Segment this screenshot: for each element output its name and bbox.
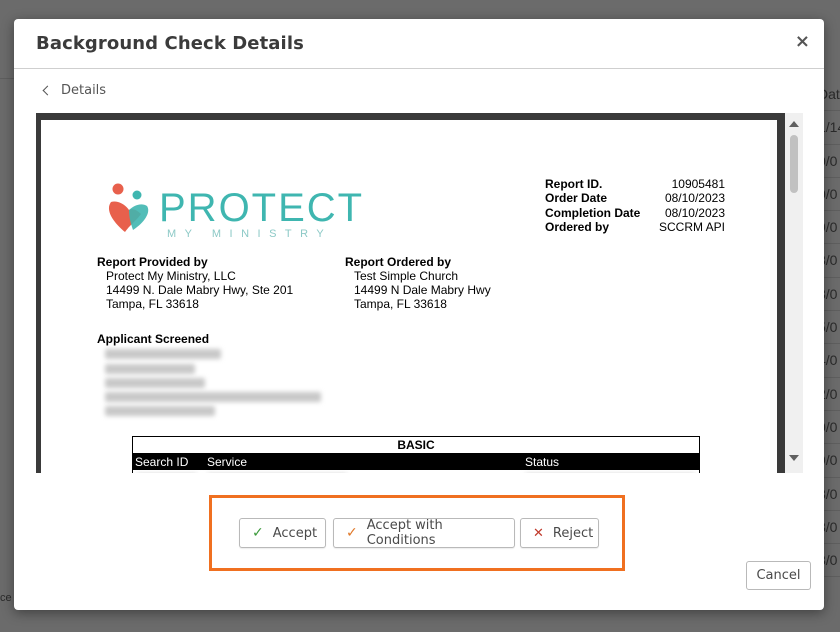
ordered-by-line: Tampa, FL 33618 <box>354 297 447 311</box>
meta-value: 10905481 <box>671 177 725 191</box>
background-text-fragment: ce <box>0 592 12 604</box>
provided-by-line: 14499 N. Dale Mabry Hwy, Ste 201 <box>106 283 294 297</box>
basic-results-table: BASIC Search ID Service Status <box>132 436 700 473</box>
reject-button[interactable]: ✕ Reject <box>520 518 599 548</box>
basic-table-title: BASIC <box>133 437 699 454</box>
redacted-applicant-line <box>105 392 321 402</box>
meta-label: Completion Date <box>545 205 641 220</box>
modal-header: Background Check Details × <box>14 19 824 69</box>
reject-label: Reject <box>552 525 594 541</box>
check-icon: ✓ <box>252 525 264 541</box>
meta-value: 08/10/2023 <box>664 205 725 220</box>
report-meta-values: 10905481 08/10/2023 08/10/2023 SCCRM API <box>655 177 725 235</box>
column-header: Status <box>525 455 560 469</box>
redacted-applicant-line <box>105 349 221 359</box>
accept-button[interactable]: ✓ Accept <box>239 518 326 548</box>
accept-label: Accept <box>272 525 318 541</box>
protect-my-ministry-logo: PROTECT MY MINISTRY <box>107 178 377 248</box>
cancel-button[interactable]: Cancel <box>746 561 811 590</box>
background-divider <box>0 78 14 79</box>
table-row <box>133 470 699 473</box>
meta-value: SCCRM API <box>658 220 725 235</box>
breadcrumb-label: Details <box>61 83 107 98</box>
modal-title: Background Check Details <box>36 33 304 54</box>
close-x-icon: ✕ <box>533 525 544 541</box>
chevron-left-icon <box>42 85 53 96</box>
meta-value: 08/10/2023 <box>664 191 725 206</box>
scroll-up-arrow-icon[interactable] <box>789 121 799 127</box>
accept-with-conditions-button[interactable]: ✓ Accept with Conditions <box>333 518 515 548</box>
accept-with-conditions-label: Accept with Conditions <box>366 518 443 548</box>
report-provided-by: Report Provided by Protect My Ministry, … <box>97 255 293 311</box>
ordered-by-line: Test Simple Church <box>354 269 459 283</box>
report-ordered-by: Report Ordered by Test Simple Church 144… <box>345 255 491 311</box>
provided-by-line: Protect My Ministry, LLC <box>106 269 236 283</box>
provided-by-line: Tampa, FL 33618 <box>106 297 199 311</box>
basic-table-header: Search ID Service Status <box>133 454 699 470</box>
redacted-applicant-line <box>105 378 205 388</box>
column-header: Search ID <box>135 455 189 469</box>
report-meta-labels: Report ID. Order Date Completion Date Or… <box>545 177 640 235</box>
ministry-heart-icon <box>108 183 149 232</box>
redacted-applicant-line <box>105 364 195 374</box>
applicant-heading: Applicant Screened <box>97 332 210 346</box>
close-icon[interactable]: × <box>795 31 810 52</box>
logo-wordmark: PROTECT <box>159 186 365 230</box>
meta-label: Report ID. <box>545 177 603 191</box>
ordered-by-line: 14499 N Dale Mabry Hwy <box>354 283 491 297</box>
logo-tagline: MY MINISTRY <box>167 228 333 240</box>
report-document-viewer[interactable]: PROTECT MY MINISTRY Report ID. Order Dat… <box>36 113 803 473</box>
provided-by-heading: Report Provided by <box>97 255 208 269</box>
report-page: PROTECT MY MINISTRY Report ID. Order Dat… <box>41 120 777 473</box>
viewer-scrollbar[interactable] <box>785 113 803 473</box>
background-check-modal: Background Check Details × Details PROTE… <box>14 19 824 610</box>
ordered-by-heading: Report Ordered by <box>345 255 452 269</box>
scrollbar-thumb[interactable] <box>790 135 798 193</box>
column-header: Service <box>207 455 248 469</box>
check-icon: ✓ <box>346 525 358 541</box>
meta-label: Ordered by <box>545 220 610 235</box>
scroll-down-arrow-icon[interactable] <box>789 455 799 461</box>
breadcrumb-back-details[interactable]: Details <box>42 83 107 98</box>
meta-label: Order Date <box>545 191 608 206</box>
redacted-applicant-line <box>105 406 215 416</box>
